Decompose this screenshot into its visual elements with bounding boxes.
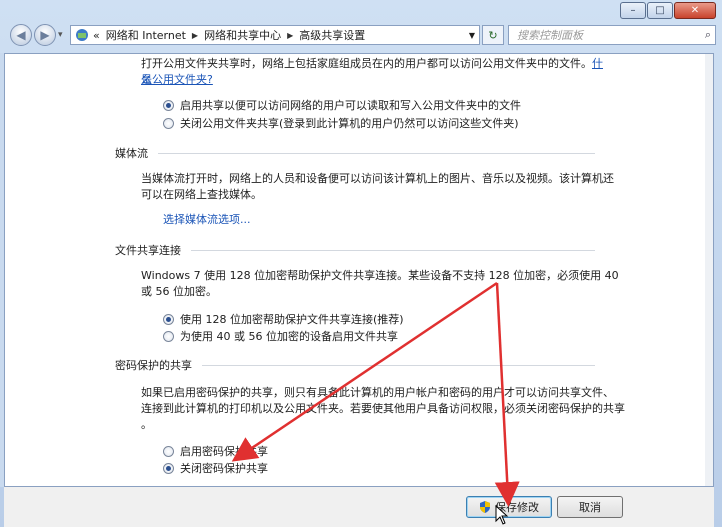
public-folder-text: 打开公用文件夹共享时，网络上包括家庭组成员在内的用户都可以访问公用文件夹中的文件…	[141, 57, 592, 70]
settings-content: 打开公用文件夹共享时，网络上包括家庭组成员在内的用户都可以访问公用文件夹中的文件…	[4, 53, 714, 487]
refresh-icon: ↻	[488, 28, 498, 42]
breadcrumb-lead: «	[93, 28, 100, 42]
option-label: 关闭公用文件夹共享(登录到此计算机的用户仍然可以访问这些文件夹)	[180, 117, 519, 130]
search-box[interactable]: 搜索控制面板 ⌕	[508, 25, 716, 45]
password-desc-3: 。	[141, 418, 152, 431]
option-label: 为使用 40 或 56 位加密的设备启用文件共享	[180, 330, 398, 343]
uac-shield-icon	[480, 501, 490, 513]
mouse-pointer-icon	[495, 505, 509, 525]
option-label: 关闭密码保护共享	[180, 462, 268, 475]
refresh-button[interactable]: ↻	[482, 25, 504, 45]
file-sharing-desc-2: 或 56 位加密。	[141, 285, 217, 298]
control-panel-icon	[76, 29, 88, 41]
scrollbar[interactable]	[705, 54, 713, 486]
search-input[interactable]: 搜索控制面板	[517, 27, 583, 43]
search-icon[interactable]: ⌕	[705, 28, 711, 42]
forward-button[interactable]: ▶	[34, 24, 56, 46]
file-sharing-section-header: 文件共享连接	[115, 242, 595, 258]
password-desc-2: 连接到此计算机的打印机以及公用文件夹。若要使其他用户具备访问权限，必须关闭密码保…	[141, 402, 625, 415]
public-folder-enable-option[interactable]: 启用共享以便可以访问网络的用户可以读取和写入公用文件夹中的文件	[163, 97, 521, 113]
breadcrumb-network-sharing-center[interactable]: 网络和共享中心	[204, 27, 281, 43]
password-protect-on-option[interactable]: 启用密码保护共享	[163, 443, 268, 459]
media-desc-2: 可以在网络上查找媒体。	[141, 188, 262, 201]
password-desc-1: 如果已启用密码保护的共享，则只有具备此计算机的用户帐户和密码的用户才可以访问共享…	[141, 386, 614, 399]
radio-unselected[interactable]	[163, 117, 174, 129]
option-label: 启用密码保护共享	[180, 445, 268, 458]
forward-arrow-icon: ▶	[40, 28, 50, 42]
back-button[interactable]: ◀	[10, 24, 32, 46]
section-title: 媒体流	[115, 147, 148, 160]
file-sharing-desc-1: Windows 7 使用 128 位加密帮助保护文件共享连接。某些设备不支持 1…	[141, 269, 619, 282]
breadcrumb-network-internet[interactable]: 网络和 Internet	[106, 27, 186, 43]
radio-unselected[interactable]	[163, 330, 174, 342]
media-desc-1: 当媒体流打开时，网络上的人员和设备便可以访问该计算机上的图片、音乐以及视频。该计…	[141, 172, 614, 185]
what-is-public-folder-link-2[interactable]: 是公用文件夹?	[141, 72, 213, 88]
encryption-128-option[interactable]: 使用 128 位加密帮助保护文件共享连接(推荐)	[163, 311, 404, 327]
navigation-bar: ◀ ▶ ▾ « 网络和 Internet ▶ 网络和共享中心 ▶ 高级共享设置 …	[10, 24, 716, 48]
media-section-header: 媒体流	[115, 145, 595, 161]
dialog-footer: 保存修改 取消	[4, 487, 714, 527]
maximize-button[interactable]: □	[647, 2, 673, 19]
encryption-40-56-option[interactable]: 为使用 40 或 56 位加密的设备启用文件共享	[163, 328, 398, 344]
address-dropdown-icon[interactable]: ▼	[465, 31, 479, 40]
address-bar[interactable]: « 网络和 Internet ▶ 网络和共享中心 ▶ 高级共享设置 ▼	[70, 25, 480, 45]
recent-pages-icon[interactable]: ▾	[58, 30, 63, 40]
cancel-button[interactable]: 取消	[557, 496, 623, 518]
media-streaming-options-link[interactable]: 选择媒体流选项...	[163, 212, 251, 228]
close-button[interactable]: ✕	[674, 2, 716, 19]
back-arrow-icon: ◀	[16, 28, 26, 42]
password-section-header: 密码保护的共享	[115, 357, 595, 373]
public-folder-disable-option[interactable]: 关闭公用文件夹共享(登录到此计算机的用户仍然可以访问这些文件夹)	[163, 115, 519, 131]
breadcrumb-separator-icon: ▶	[191, 30, 199, 40]
minimize-button[interactable]: –	[620, 2, 646, 19]
option-label: 启用共享以便可以访问网络的用户可以读取和写入公用文件夹中的文件	[180, 99, 521, 112]
radio-unselected[interactable]	[163, 445, 174, 457]
option-label: 使用 128 位加密帮助保护文件共享连接(推荐)	[180, 313, 404, 326]
section-title: 密码保护的共享	[115, 359, 192, 372]
save-changes-button[interactable]: 保存修改	[466, 496, 552, 518]
password-protect-off-option[interactable]: 关闭密码保护共享	[163, 460, 268, 476]
radio-selected[interactable]	[163, 462, 174, 474]
breadcrumb-separator-icon: ▶	[287, 30, 294, 40]
cancel-label: 取消	[579, 501, 601, 514]
radio-selected[interactable]	[163, 99, 174, 111]
section-title: 文件共享连接	[115, 244, 181, 257]
caption-buttons: – □ ✕	[619, 2, 716, 19]
breadcrumb-advanced-sharing[interactable]: 高级共享设置	[299, 27, 365, 43]
radio-selected[interactable]	[163, 313, 174, 325]
